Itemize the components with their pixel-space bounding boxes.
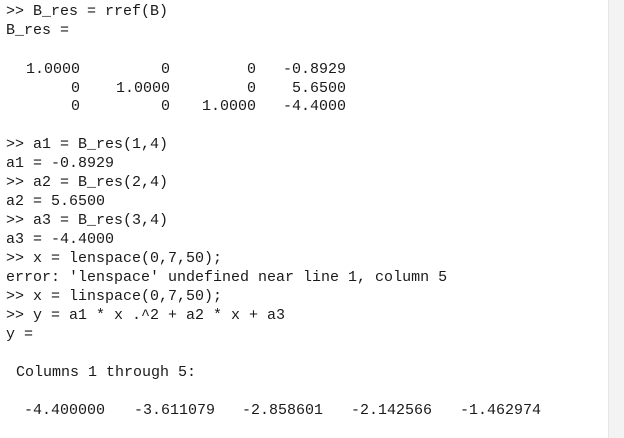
output-line: a1 = -0.8929 <box>6 155 115 172</box>
matrix-cell: 0 <box>246 61 256 78</box>
vertical-scrollbar[interactable] <box>608 0 624 438</box>
matrix-cell: 0 <box>160 61 170 78</box>
output-line: a2 = 5.6500 <box>6 193 106 210</box>
command-line: >> B_res = rref(B) <box>6 3 169 20</box>
command-line: >> y = a1 * x .^2 + a2 * x + a3 <box>6 307 286 324</box>
matrix-cell: 0 <box>246 80 256 97</box>
command-line: >> a3 = B_res(3,4) <box>6 212 169 229</box>
error-message: error: 'lenspace' undefined near line 1,… <box>6 269 448 286</box>
console-output[interactable]: >> B_res = rref(B) B_res = 1.0000 0 0 -0… <box>0 0 608 438</box>
command-line: >> x = lenspace(0,7,50); <box>6 250 223 267</box>
matrix-cell: 0 <box>160 98 170 115</box>
y-value-cell: -1.462974 <box>460 402 542 419</box>
matrix-cell: -4.4000 <box>282 98 346 115</box>
octave-command-window[interactable]: >> B_res = rref(B) B_res = 1.0000 0 0 -0… <box>0 0 624 438</box>
y-value-cell: -3.611079 <box>134 402 216 419</box>
y-value-cell: -4.400000 <box>24 402 106 419</box>
output-line: a3 = -4.4000 <box>6 231 115 248</box>
command-line: >> x = linspace(0,7,50); <box>6 288 223 305</box>
scrollbar-thumb[interactable] <box>612 6 621 306</box>
columns-header: Columns 1 through 5: <box>7 364 197 381</box>
matrix-cell: -0.8929 <box>282 61 346 78</box>
command-line: >> a2 = B_res(2,4) <box>6 174 169 191</box>
output-label: B_res = <box>6 22 70 39</box>
output-label: y = <box>6 326 34 343</box>
matrix-cell: 1.0000 <box>25 61 80 78</box>
command-line: >> a1 = B_res(1,4) <box>6 136 169 153</box>
matrix-cell: 5.6500 <box>291 80 346 97</box>
matrix-cell: 1.0000 <box>201 98 256 115</box>
y-value-cell: -2.142566 <box>351 402 433 419</box>
y-value-cell: -2.858601 <box>242 402 324 419</box>
matrix-cell: 0 <box>70 80 80 97</box>
matrix-cell: 1.0000 <box>115 80 170 97</box>
matrix-cell: 0 <box>70 98 80 115</box>
